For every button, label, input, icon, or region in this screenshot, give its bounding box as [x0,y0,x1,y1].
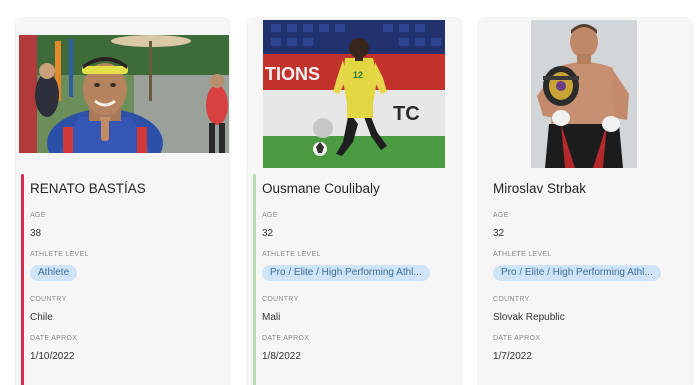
country-value: Chile [30,312,53,323]
age-label: AGE [30,212,46,219]
date-value: 1/7/2022 [493,351,532,362]
card-accent-bar [253,174,256,385]
athlete-level-label: ATHLETE LEVEL [493,251,552,258]
athlete-photo: TIONS TC 12 [263,20,445,168]
country-label: COUNTRY [493,296,530,303]
athlete-card[interactable]: RENATO BASTÍAS AGE 38 ATHLETE LEVEL Athl… [16,18,229,385]
svg-text:TIONS: TIONS [265,64,320,84]
athlete-level-label: ATHLETE LEVEL [30,251,89,258]
age-label: AGE [493,212,509,219]
date-value: 1/8/2022 [262,351,301,362]
age-value: 32 [493,228,505,239]
date-value: 1/10/2022 [30,351,75,362]
athlete-name[interactable]: Ousmane Coulibaly [262,180,453,202]
athlete-gallery: RENATO BASTÍAS AGE 38 ATHLETE LEVEL Athl… [0,0,697,385]
date-label: DATE APROX [493,335,541,342]
svg-text:TC: TC [393,103,420,125]
athlete-info: Miroslav Strbak AGE 32 ATHLETE LEVEL Pro… [493,180,684,364]
age-value: 38 [30,228,42,239]
athlete-photo [531,20,637,168]
date-label: DATE APROX [262,335,310,342]
age-label: AGE [262,212,278,219]
athlete-level-badge: Athlete [30,265,78,281]
athlete-name[interactable]: Miroslav Strbak [493,180,684,202]
age-value: 32 [262,228,274,239]
athlete-level-label: ATHLETE LEVEL [262,251,321,258]
country-value: Slovak Republic [493,312,565,323]
country-label: COUNTRY [262,296,299,303]
card-accent-bar [21,174,24,385]
athlete-info: Ousmane Coulibaly AGE 32 ATHLETE LEVEL P… [262,180,453,364]
date-label: DATE APROX [30,335,78,342]
athlete-photo [19,35,229,153]
svg-text:12: 12 [353,70,363,80]
athlete-name[interactable]: RENATO BASTÍAS [30,180,221,202]
country-label: COUNTRY [30,296,67,303]
athlete-card[interactable]: TIONS TC 12 Ousmane Coulibaly AGE 32 ATH… [248,18,461,385]
athlete-card[interactable]: Miroslav Strbak AGE 32 ATHLETE LEVEL Pro… [479,18,692,385]
athlete-level-badge: Pro / Elite / High Performing Athl... [493,265,661,281]
athlete-level-badge: Pro / Elite / High Performing Athl... [262,265,430,281]
country-value: Mali [262,312,281,323]
athlete-info: RENATO BASTÍAS AGE 38 ATHLETE LEVEL Athl… [30,180,221,364]
